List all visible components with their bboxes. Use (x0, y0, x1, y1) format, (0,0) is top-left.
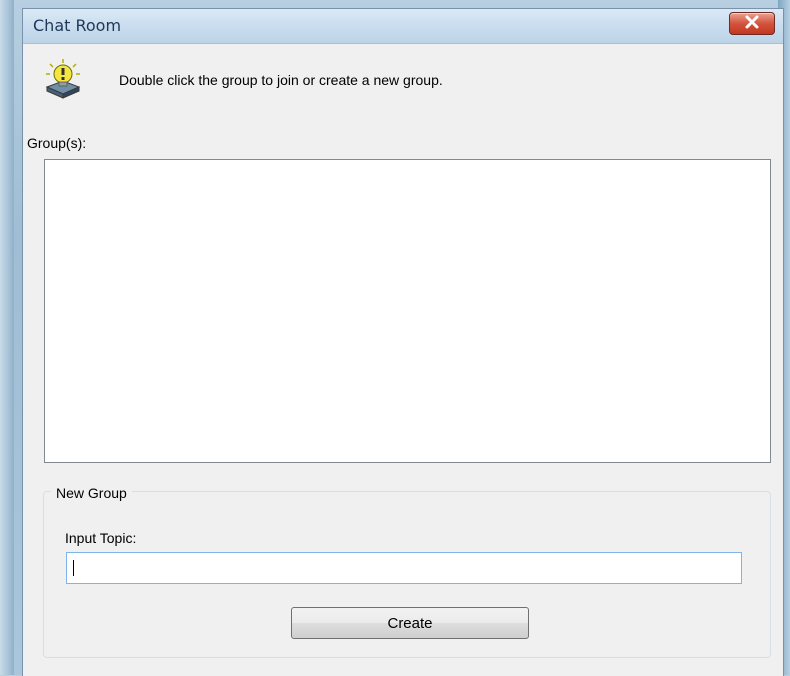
new-group-legend: New Group (51, 485, 132, 501)
topic-input[interactable] (66, 552, 742, 584)
instruction-text: Double click the group to join or create… (119, 72, 443, 88)
lightbulb-info-icon (41, 57, 85, 101)
input-topic-label: Input Topic: (65, 530, 137, 546)
create-button[interactable]: Create (291, 607, 529, 639)
close-x-icon (744, 14, 760, 33)
groups-list[interactable] (44, 159, 771, 463)
groups-label: Group(s): (27, 135, 87, 151)
chat-room-dialog: Chat Room Double click the group to join… (22, 8, 784, 676)
desktop-background-left (0, 0, 14, 675)
window-title: Chat Room (33, 16, 122, 35)
title-bar[interactable]: Chat Room (23, 9, 783, 44)
text-cursor (73, 560, 74, 576)
close-button[interactable] (729, 12, 775, 35)
